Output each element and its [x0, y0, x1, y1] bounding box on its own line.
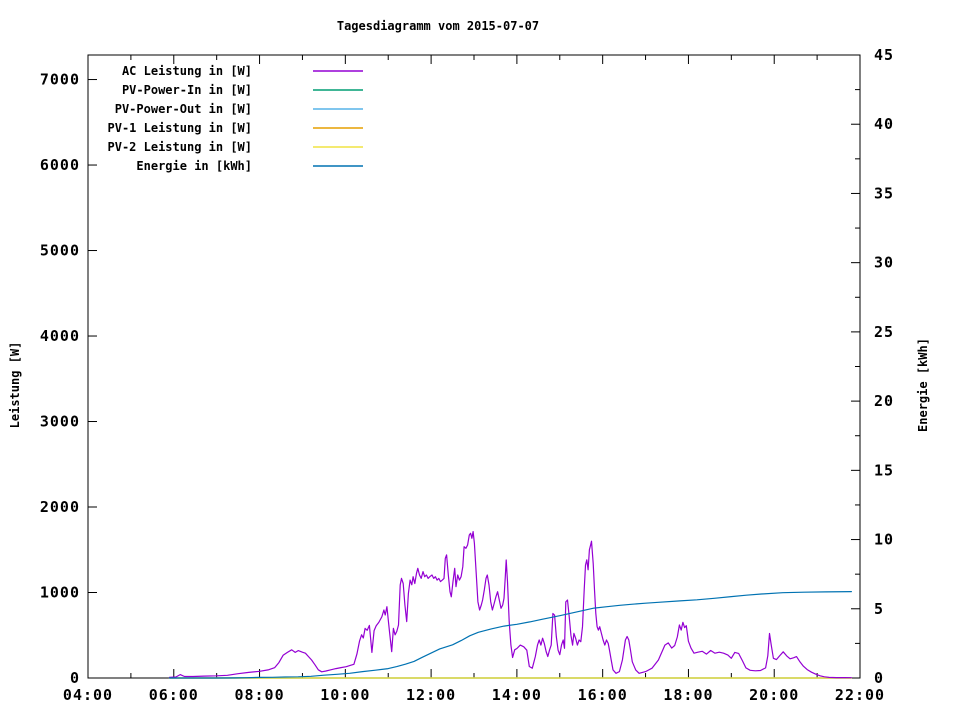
y-right-tick-label: 20	[874, 392, 894, 410]
y-right-tick-label: 5	[874, 600, 884, 618]
y-right-tick-label: 30	[874, 254, 894, 272]
legend-label: PV-1 Leistung in [W]	[108, 121, 253, 135]
y-right-tick-label: 35	[874, 184, 894, 202]
x-tick-label: 04:00	[63, 686, 113, 704]
legend-label: PV-Power-Out in [W]	[115, 102, 252, 116]
y-left-tick-label: 7000	[40, 71, 80, 89]
y-left-tick-label: 4000	[40, 327, 80, 345]
y-right-tick-label: 15	[874, 461, 894, 479]
legend-label: PV-Power-In in [W]	[122, 83, 252, 97]
x-tick-label: 06:00	[149, 686, 199, 704]
legend-label: PV-2 Leistung in [W]	[108, 140, 253, 154]
plot-area: 04:00 06:00 08:00 10:00 12:00 14:00 16:00 18:00…	[0, 0, 960, 720]
x-tick-label: 22:00	[835, 686, 885, 704]
x-tick-label: 12:00	[406, 686, 456, 704]
y-left-tick-label: 1000	[40, 584, 80, 602]
y-left-tick-label: 6000	[40, 156, 80, 174]
y-left-tick-label: 2000	[40, 498, 80, 516]
y-right-tick-label: 25	[874, 323, 894, 341]
x-tick-label: 20:00	[749, 686, 799, 704]
y-left-tick-label: 0	[70, 669, 80, 687]
series-line-ac-leistung-in-w	[170, 532, 852, 678]
y-left-tick-label: 5000	[40, 242, 80, 260]
y-right-tick-label: 45	[874, 46, 894, 64]
y-left-tick-label: 3000	[40, 413, 80, 431]
legend-label: Energie in [kWh]	[136, 159, 252, 173]
y-right-tick-label: 40	[874, 115, 894, 133]
x-tick-label: 18:00	[663, 686, 713, 704]
x-tick-label: 16:00	[578, 686, 628, 704]
x-tick-label: 14:00	[492, 686, 542, 704]
x-tick-label: 10:00	[320, 686, 370, 704]
x-tick-label: 08:00	[234, 686, 284, 704]
y-right-tick-label: 0	[874, 669, 884, 687]
y-right-tick-label: 10	[874, 531, 894, 549]
chart-window: Tagesdiagramm vom 2015-07-07 Leistung [W…	[0, 0, 960, 720]
legend-label: AC Leistung in [W]	[122, 64, 252, 78]
